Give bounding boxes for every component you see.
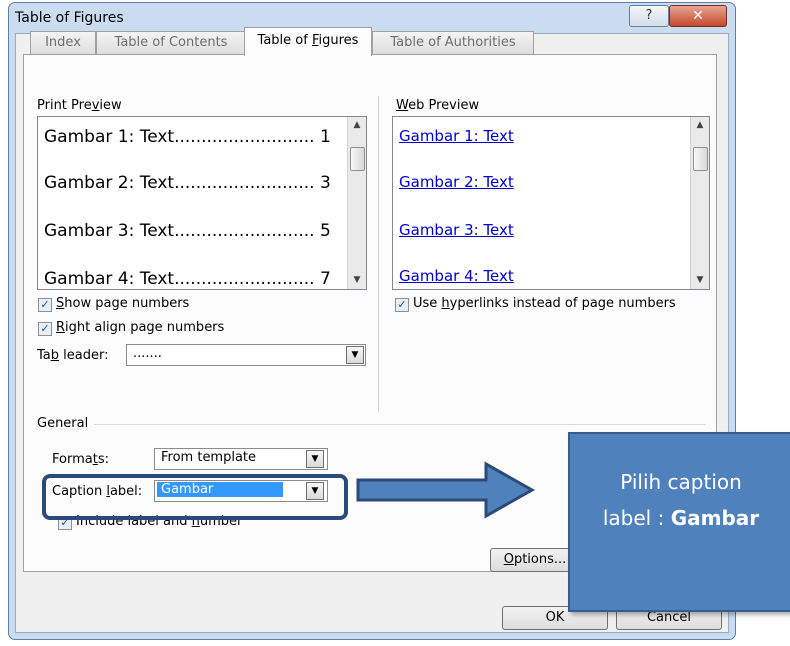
use-hyperlinks-checkbox[interactable]: ✓ bbox=[395, 298, 409, 312]
tab-table-of-contents[interactable]: Table of Contents bbox=[96, 31, 246, 54]
scroll-down-icon[interactable]: ▼ bbox=[348, 275, 366, 285]
show-page-numbers-checkbox[interactable]: ✓ bbox=[38, 298, 52, 312]
right-align-checkbox[interactable]: ✓ bbox=[38, 322, 52, 336]
show-page-numbers-label[interactable]: Show page numbers bbox=[56, 296, 189, 311]
tab-table-of-figures[interactable]: Table of Figures bbox=[244, 27, 372, 56]
group-divider bbox=[94, 424, 706, 425]
help-icon: ? bbox=[645, 8, 653, 23]
tab-index[interactable]: Index bbox=[30, 31, 96, 54]
tab-leader-select[interactable]: ....... ▼ bbox=[126, 344, 366, 366]
instruction-callout: Pilih caption label : Gambar bbox=[568, 432, 790, 612]
help-button[interactable]: ? bbox=[629, 5, 669, 27]
scroll-down-icon[interactable]: ▼ bbox=[691, 275, 709, 285]
tab-label: Index bbox=[45, 35, 81, 50]
print-preview-item: Gambar 4: Text..........................… bbox=[44, 269, 331, 287]
caption-highlight-box bbox=[42, 474, 348, 520]
print-preview-box[interactable]: Gambar 1: Text..........................… bbox=[37, 116, 367, 290]
tab-label: Table of Contents bbox=[114, 35, 228, 50]
tab-label: Table of Authorities bbox=[390, 35, 516, 50]
print-preview-scrollbar[interactable]: ▲ ▼ bbox=[347, 117, 366, 289]
right-arrow-icon bbox=[356, 461, 536, 519]
title-bar: Table of Figures ? ✕ bbox=[9, 3, 735, 33]
print-preview-item: Gambar 2: Text..........................… bbox=[44, 173, 331, 193]
tab-leader-label: Tab leader: bbox=[37, 348, 109, 363]
tab-leader-value: ....... bbox=[133, 346, 162, 361]
right-align-label[interactable]: Right align page numbers bbox=[56, 320, 224, 335]
web-preview-link[interactable]: Gambar 4: Text bbox=[399, 267, 514, 285]
web-preview-box[interactable]: Gambar 1: Text Gambar 2: Text Gambar 3: … bbox=[392, 116, 710, 290]
print-preview-label: Print Preview bbox=[37, 98, 122, 113]
print-preview-item: Gambar 3: Text..........................… bbox=[44, 221, 331, 241]
scroll-thumb[interactable] bbox=[350, 147, 365, 171]
callout-line-2: label : Gambar bbox=[602, 506, 760, 530]
web-preview-link[interactable]: Gambar 1: Text bbox=[399, 127, 514, 145]
web-preview-link[interactable]: Gambar 3: Text bbox=[399, 221, 514, 239]
scroll-up-icon[interactable]: ▲ bbox=[691, 120, 709, 130]
web-preview-scrollbar[interactable]: ▲ ▼ bbox=[690, 117, 709, 289]
general-group-label: General bbox=[37, 416, 89, 431]
formats-value: From template bbox=[161, 450, 257, 465]
tab-table-of-authorities[interactable]: Table of Authorities bbox=[372, 31, 534, 54]
close-icon: ✕ bbox=[692, 8, 704, 24]
chevron-down-icon[interactable]: ▼ bbox=[306, 450, 324, 468]
close-button[interactable]: ✕ bbox=[669, 5, 727, 27]
use-hyperlinks-label[interactable]: Use hyperlinks instead of page numbers bbox=[413, 296, 676, 311]
tab-label: Table of bbox=[257, 33, 312, 48]
options-button[interactable]: Options... bbox=[490, 548, 580, 572]
formats-select[interactable]: From template ▼ bbox=[154, 448, 328, 470]
scroll-up-icon[interactable]: ▲ bbox=[348, 120, 366, 130]
web-preview-link[interactable]: Gambar 2: Text bbox=[399, 173, 514, 191]
chevron-down-icon[interactable]: ▼ bbox=[346, 346, 364, 364]
web-preview-label: Web Preview bbox=[396, 98, 480, 113]
column-divider bbox=[378, 96, 379, 412]
print-preview-item: Gambar 1: Text..........................… bbox=[44, 127, 331, 147]
callout-line-1: Pilih caption bbox=[620, 470, 742, 494]
scroll-thumb[interactable] bbox=[693, 147, 708, 171]
formats-label: Formats: bbox=[52, 452, 109, 467]
tab-label: igures bbox=[318, 33, 359, 48]
dialog-title: Table of Figures bbox=[15, 10, 124, 26]
